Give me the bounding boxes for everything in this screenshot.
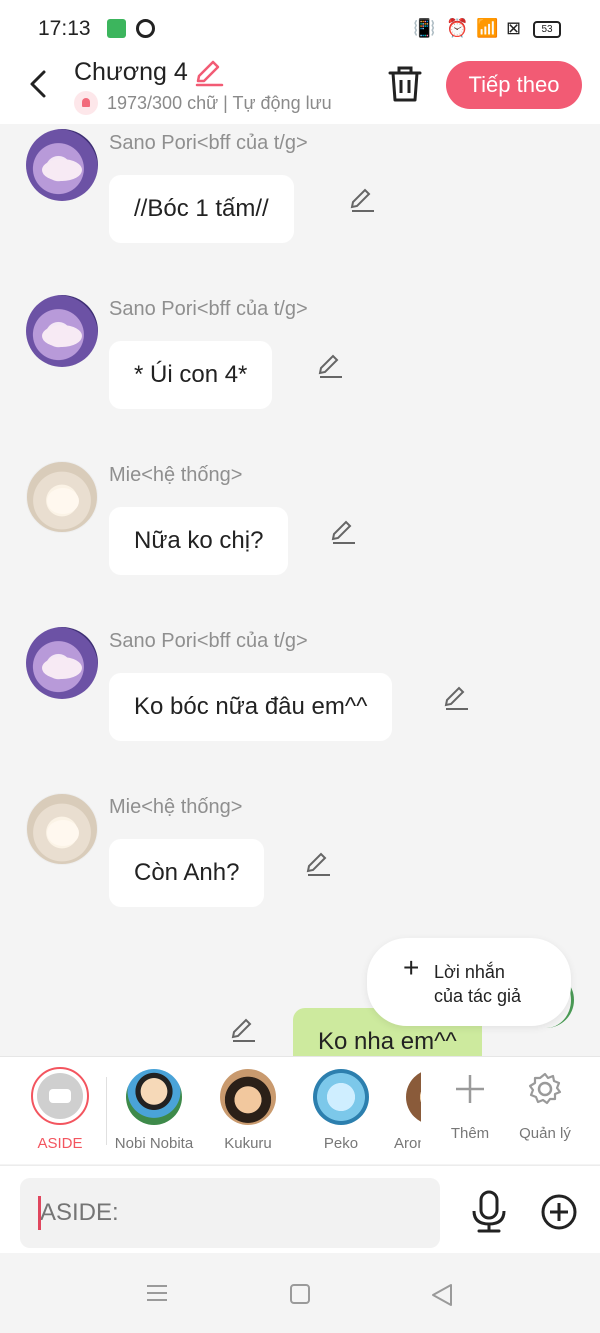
wifi-icon: 📶 [476, 18, 499, 38]
input-bar [0, 1165, 600, 1253]
sender-name: Sano Pori<bff của t/g> [109, 630, 308, 652]
white-hair-avatar[interactable] [26, 793, 98, 865]
add-circle-icon[interactable] [540, 1193, 578, 1231]
white-hair-avatar[interactable] [26, 461, 98, 533]
aside-avatar [31, 1067, 89, 1125]
add-character-button[interactable]: Thêm [430, 1057, 510, 1165]
plus-icon [456, 1075, 484, 1103]
back-arrow-icon[interactable] [22, 66, 58, 102]
edit-pencil-icon[interactable] [305, 850, 333, 878]
message-bubble[interactable]: Còn Anh? [109, 839, 265, 907]
purple-hair-avatar[interactable] [26, 129, 98, 201]
text-caret [38, 1196, 41, 1230]
message-input[interactable] [20, 1178, 440, 1248]
manage-button[interactable]: Quản lý [505, 1057, 585, 1165]
status-time: 17:13 [38, 17, 91, 40]
status-bar: 17:13 📳 ⏰ 📶 ⊠ 53 [0, 0, 600, 58]
chat-area[interactable]: Sano Pori<bff của t/g> //Bóc 1 tấm// San… [0, 124, 600, 1056]
author-note-button[interactable]: + Lời nhắn của tác giả [367, 938, 571, 1026]
character-aside[interactable]: ASIDE [0, 1057, 120, 1165]
author-note-line2: của tác giả [434, 986, 522, 1006]
character-peko[interactable]: Peko [294, 1057, 388, 1165]
message-bubble[interactable]: //Bóc 1 tấm// [109, 175, 294, 243]
sender-name: Sano Pori<bff của t/g> [109, 132, 308, 154]
sender-name: Sano Pori<bff của t/g> [109, 298, 308, 320]
editor-header: Chương 4 1973/300 chữ | Tự động lưu Tiếp… [0, 58, 600, 124]
manage-label: Quản lý [519, 1125, 571, 1142]
sender-name: Mie<hệ thống> [109, 464, 243, 486]
character-kukuru[interactable]: Kukuru [201, 1057, 295, 1165]
alarm-icon: ⏰ [446, 18, 469, 38]
plus-icon: + [403, 952, 420, 983]
system-nav-bar [0, 1253, 600, 1333]
add-label: Thêm [450, 1125, 490, 1142]
edit-title-icon[interactable] [194, 59, 224, 87]
purple-hair-avatar[interactable] [26, 627, 98, 699]
character-bar: ASIDE Nobi Nobita Kukuru Peko Aron Thêm … [0, 1056, 600, 1164]
chapter-title[interactable]: Chương 4 [74, 58, 188, 87]
notification-app-icon [107, 19, 126, 38]
character-label: Kukuru [224, 1135, 272, 1152]
peko-avatar [313, 1069, 369, 1125]
character-label: Aron [394, 1135, 421, 1152]
menu-icon[interactable] [146, 1283, 168, 1303]
character-nobita[interactable]: Nobi Nobita [107, 1057, 201, 1165]
character-label: Nobi Nobita [114, 1135, 194, 1152]
purple-hair-avatar[interactable] [26, 295, 98, 367]
back-triangle-icon[interactable] [431, 1283, 453, 1307]
message-bubble[interactable]: Ko bóc nữa đâu em^^ [109, 673, 393, 741]
kukuru-avatar [220, 1069, 276, 1125]
sender-name: Mie<hệ thống> [109, 796, 243, 818]
edit-pencil-icon[interactable] [349, 186, 377, 214]
battery-icon: 53 [533, 21, 561, 38]
word-count-autosave: 1973/300 chữ | Tự động lưu [107, 92, 332, 113]
edit-pencil-icon[interactable] [317, 352, 345, 380]
home-icon[interactable] [289, 1283, 311, 1305]
trash-icon[interactable] [386, 64, 424, 104]
microphone-icon[interactable] [470, 1190, 508, 1234]
character-label: Peko [323, 1135, 359, 1152]
chapter-subtitle: 1973/300 chữ | Tự động lưu [74, 91, 332, 115]
next-button[interactable]: Tiếp theo [446, 61, 582, 109]
edit-pencil-icon[interactable] [443, 684, 471, 712]
sim-icon: ⊠ [506, 18, 522, 38]
pinterest-icon [136, 19, 155, 38]
character-label: ASIDE [37, 1135, 83, 1152]
aron-avatar [406, 1069, 421, 1125]
gear-icon [528, 1072, 562, 1105]
character-aron[interactable]: Aron [388, 1057, 421, 1165]
author-note-line1: Lời nhắn [434, 962, 505, 982]
message-bubble[interactable]: * Úi con 4* [109, 341, 273, 409]
bell-icon [74, 91, 98, 115]
nobita-avatar [126, 1069, 182, 1125]
message-bubble[interactable]: Nữa ko chị? [109, 507, 289, 575]
edit-pencil-icon[interactable] [330, 518, 358, 546]
edit-pencil-icon[interactable] [230, 1016, 258, 1044]
mute-vibrate-icon: 📳 [413, 18, 436, 38]
